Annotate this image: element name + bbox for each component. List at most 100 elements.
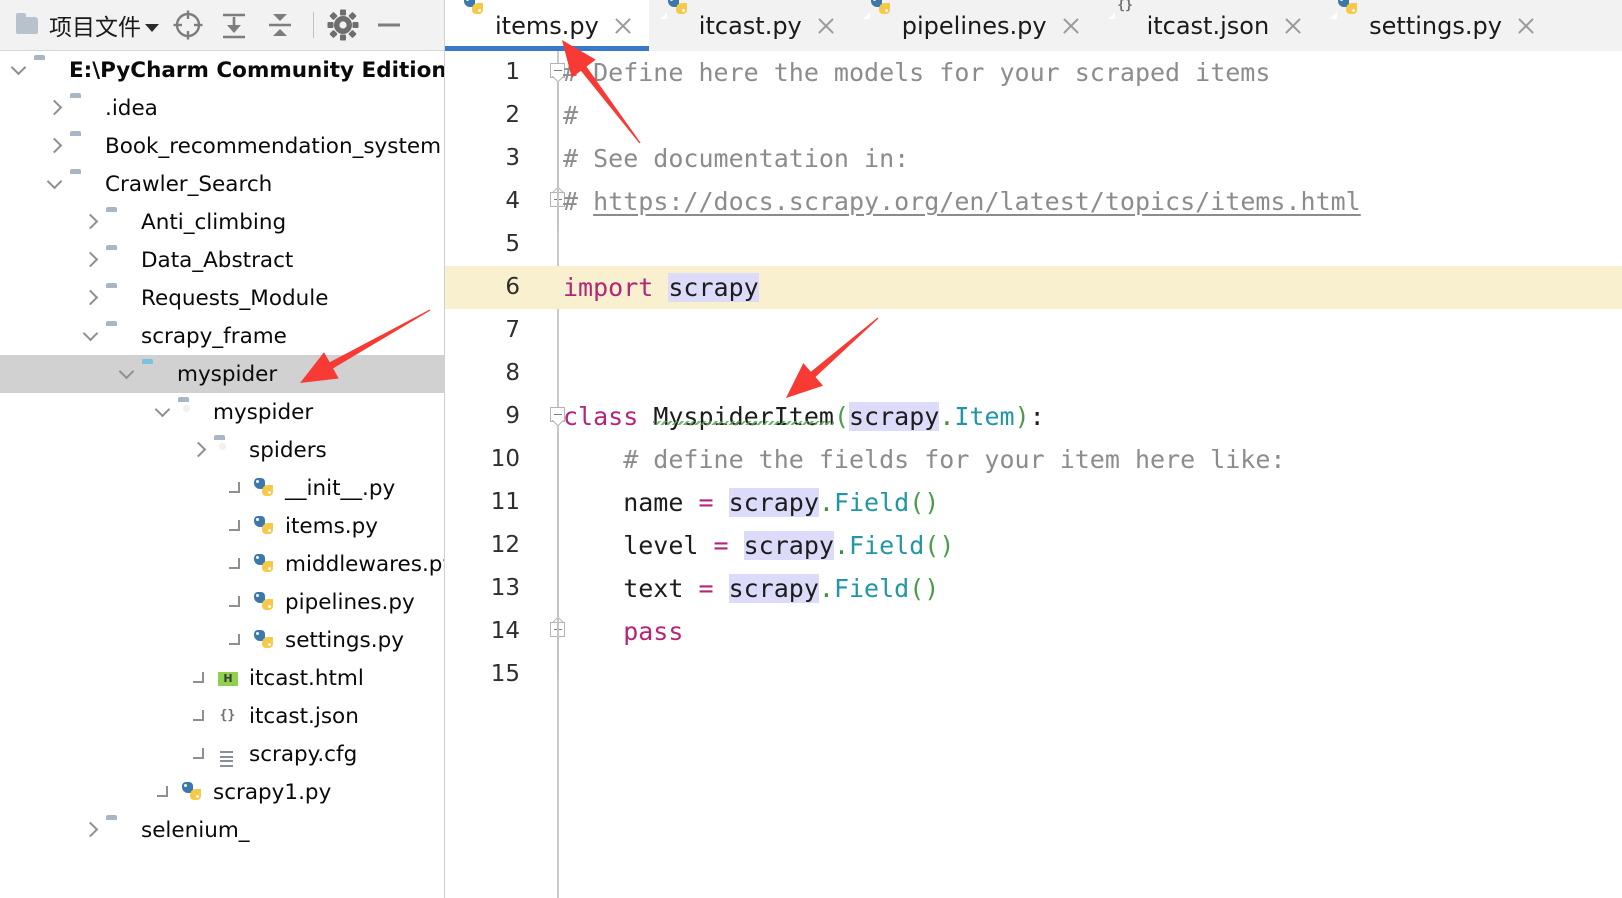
minimize-icon[interactable] [372, 8, 406, 42]
chevron-down-icon[interactable] [8, 51, 32, 89]
tree-item-myspider[interactable]: myspider [0, 393, 445, 431]
tab-settings-py[interactable]: settings.py [1319, 0, 1552, 51]
tree-item-pipelines.py[interactable]: pipelines.py [0, 583, 445, 621]
token-sel: scrapy [728, 488, 819, 517]
tree-spacer [224, 469, 248, 507]
code-line-5[interactable]: 5 [445, 223, 1622, 266]
tree-spacer [224, 507, 248, 545]
tree-item-__init__.py[interactable]: __init__.py [0, 469, 445, 507]
python-file-icon [463, 0, 485, 39]
tree-item-scrapy1.py[interactable]: scrapy1.py [0, 773, 445, 811]
collapse-all-icon[interactable] [263, 8, 297, 42]
tree-item-label: settings.py [285, 627, 404, 653]
project-tree[interactable]: E:\PyCharm Community Edition .idea Book_re… [0, 51, 445, 898]
token-kw: import [563, 273, 669, 302]
code-line-4[interactable]: 4 # https://docs.scrapy.org/en/latest/top… [445, 180, 1622, 223]
tree-item-label: middlewares.py [285, 551, 445, 577]
tree-item-icon [250, 515, 276, 537]
line-number: 7 [505, 317, 520, 343]
tab-pipelines-py[interactable]: pipelines.py [852, 0, 1097, 51]
code-line-7[interactable]: 7 [445, 309, 1622, 352]
tab-itcast-py[interactable]: itcast.py [649, 0, 852, 51]
tree-item-crawler_search[interactable]: Crawler_Search [0, 165, 445, 203]
code-line-14[interactable]: 14 pass [445, 610, 1622, 653]
tree-item-book_recommendation_system[interactable]: Book_recommendation_system [0, 127, 445, 165]
code-line-1[interactable]: 1 # Define here the models for your scrap… [445, 51, 1622, 94]
tree-item-items.py[interactable]: items.py [0, 507, 445, 545]
toolbar-divider [313, 12, 314, 38]
tree-item-scrapy.cfg[interactable]: scrapy.cfg [0, 735, 445, 773]
locate-icon[interactable] [171, 8, 205, 42]
chevron-down-icon[interactable] [80, 317, 104, 355]
folder-icon [16, 12, 38, 34]
chevron-right-icon[interactable] [80, 241, 104, 279]
tree-item-icon [178, 781, 204, 803]
tree-item-settings.py[interactable]: settings.py [0, 621, 445, 659]
chevron-right-icon[interactable] [44, 127, 68, 165]
close-icon[interactable] [613, 16, 633, 36]
tree-item-e-pycharm-community-edition[interactable]: E:\PyCharm Community Edition [0, 51, 445, 89]
chevron-down-icon[interactable] [145, 24, 159, 32]
tree-item-icon [106, 249, 132, 271]
line-number: 5 [505, 231, 520, 257]
tab-itcast-json[interactable]: {} itcast.json [1097, 0, 1320, 51]
chevron-down-icon[interactable] [116, 355, 140, 393]
project-panel: 项目文件 E:\PyCharm Community Edition .idea … [0, 0, 445, 898]
close-icon[interactable] [1283, 16, 1303, 36]
close-icon[interactable] [1061, 16, 1081, 36]
tab-label: items.py [495, 11, 599, 40]
code-editor[interactable]: 1 # Define here the models for your scrap… [445, 51, 1622, 898]
tree-item-data_abstract[interactable]: Data_Abstract [0, 241, 445, 279]
python-file-icon [1337, 0, 1359, 39]
tree-item-spiders[interactable]: spiders [0, 431, 445, 469]
chevron-right-icon[interactable] [44, 89, 68, 127]
code-line-3[interactable]: 3 # See documentation in: [445, 137, 1622, 180]
tree-item-itcast.html[interactable]: Hitcast.html [0, 659, 445, 697]
line-number: 14 [490, 618, 520, 644]
tree-item-label: Requests_Module [141, 285, 329, 311]
tree-item-anti_climbing[interactable]: Anti_climbing [0, 203, 445, 241]
line-number: 12 [490, 532, 520, 558]
tree-item-icon [70, 135, 96, 157]
code-line-13[interactable]: 13 text = scrapy.Field() [445, 567, 1622, 610]
tree-item-requests_module[interactable]: Requests_Module [0, 279, 445, 317]
chevron-right-icon[interactable] [80, 811, 104, 849]
chevron-right-icon[interactable] [80, 279, 104, 317]
editor-tabbar[interactable]: items.py itcast.py pipelines.py {} itcast.js… [445, 0, 1622, 51]
code-line-2[interactable]: 2 # [445, 94, 1622, 137]
fold-rail [557, 81, 559, 231]
expand-all-icon[interactable] [217, 8, 251, 42]
tab-items-py[interactable]: items.py [445, 0, 649, 51]
code-line-15[interactable]: 15 [445, 653, 1622, 696]
code-line-11[interactable]: 11 name = scrapy.Field() [445, 481, 1622, 524]
code-line-10[interactable]: 10 # define the fields for your item her… [445, 438, 1622, 481]
tree-item-.idea[interactable]: .idea [0, 89, 445, 127]
close-icon[interactable] [816, 16, 836, 36]
chevron-down-icon[interactable] [152, 393, 176, 431]
tree-item-selenium_[interactable]: selenium_ [0, 811, 445, 849]
gear-icon[interactable] [326, 8, 360, 42]
chevron-right-icon[interactable] [188, 431, 212, 469]
tree-item-myspider[interactable]: myspider [0, 355, 445, 393]
tree-item-label: Data_Abstract [141, 247, 294, 273]
tree-item-scrapy_frame[interactable]: scrapy_frame [0, 317, 445, 355]
panel-divider[interactable] [444, 0, 445, 898]
code-line-9[interactable]: 9 class MyspiderItem (scrapy.Item): [445, 395, 1622, 438]
code-line-12[interactable]: 12 level = scrapy.Field() [445, 524, 1622, 567]
close-icon[interactable] [1516, 16, 1536, 36]
tree-spacer [224, 583, 248, 621]
tree-item-icon [106, 287, 132, 309]
tab-label: itcast.json [1146, 11, 1270, 40]
token-comment: # Define here the models for your scrape… [563, 58, 1271, 87]
token-eq: = [698, 574, 729, 603]
tree-item-middlewares.py[interactable]: middlewares.py [0, 545, 445, 583]
chevron-down-icon[interactable] [44, 165, 68, 203]
line-number: 3 [505, 145, 520, 171]
code-line-6[interactable]: 6 import scrapy [445, 266, 1622, 309]
chevron-right-icon[interactable] [80, 203, 104, 241]
tree-item-label: E:\PyCharm Community Edition [69, 57, 445, 83]
tree-item-icon [214, 743, 240, 767]
code-line-8[interactable]: 8 [445, 352, 1622, 395]
tree-item-itcast.json[interactable]: {} itcast.json [0, 697, 445, 735]
tree-item-icon [70, 97, 96, 119]
